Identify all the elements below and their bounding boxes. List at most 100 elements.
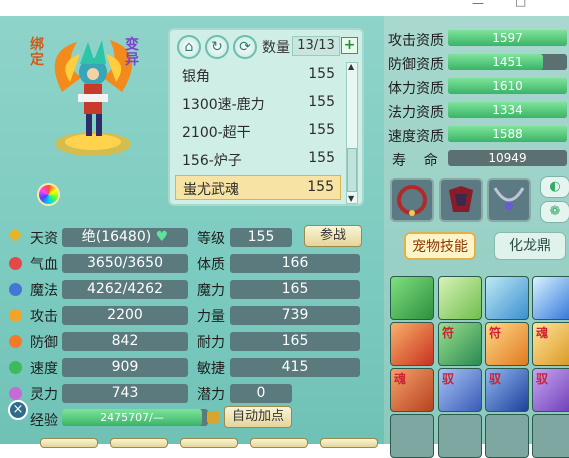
lock-icon[interactable] — [207, 411, 219, 423]
skill-slot[interactable] — [390, 276, 434, 320]
speed-icon — [9, 361, 22, 374]
str-value: 739 — [230, 306, 360, 325]
pot-value: 0 — [230, 384, 292, 403]
bottom-button[interactable] — [180, 438, 238, 448]
spd-label: 速度 — [30, 361, 58, 377]
attack-aptitude-value: 1597 — [492, 31, 523, 45]
exp-label: 经验 — [30, 413, 58, 429]
pet-name: 1300速-鹿力 — [182, 97, 265, 113]
aptitude-value: 绝(16480) — [81, 229, 152, 245]
auto-allocate-button[interactable]: 自动加点 — [224, 406, 292, 428]
scroll-up-icon[interactable]: ▲ — [348, 62, 354, 71]
mp-value: 4262/4262 — [62, 280, 188, 299]
list-item-selected[interactable]: 蚩尤武魂 155 — [175, 175, 341, 200]
heart-icon: ♥ — [155, 229, 169, 245]
hp-icon — [9, 257, 22, 270]
paw-icon[interactable]: ❁ — [540, 201, 569, 223]
exp-bar: 2475707/— — [62, 409, 208, 426]
tab-pet-skills[interactable]: 宠物技能 — [404, 232, 476, 260]
skill-slot-empty[interactable] — [532, 414, 569, 458]
mag-value: 165 — [230, 280, 360, 299]
skill-slot[interactable]: 驭 — [438, 368, 482, 412]
atk-value: 2200 — [62, 306, 188, 325]
bottom-button[interactable] — [110, 438, 168, 448]
spirit-icon — [9, 387, 22, 400]
end-label: 耐力 — [197, 335, 225, 351]
moon-icon[interactable]: ◐ — [540, 176, 569, 198]
pet-level: 155 — [308, 66, 335, 82]
skill-mark: 魂 — [536, 326, 549, 340]
skill-slot[interactable]: 魂 — [532, 322, 569, 366]
tab-hualong[interactable]: 化龙鼎 — [494, 232, 566, 260]
skill-mark: 驭 — [442, 372, 455, 386]
skill-slot[interactable]: 符 — [438, 322, 482, 366]
skill-slot[interactable] — [390, 322, 434, 366]
pet-level: 155 — [308, 94, 335, 110]
skill-slot[interactable] — [438, 276, 482, 320]
minimize-icon[interactable]: — — [472, 0, 484, 10]
exp-value: 2475707/— — [62, 409, 202, 426]
skill-slot[interactable] — [485, 276, 529, 320]
pet-level: 155 — [308, 150, 335, 166]
pet-level: 155 — [308, 122, 335, 138]
mp-icon — [9, 283, 22, 296]
aptitude-row-label: 法力资质 — [388, 105, 444, 121]
add-pet-button[interactable]: + — [341, 37, 358, 54]
window-titlebar: — □ — [384, 0, 569, 16]
skill-slot-empty[interactable] — [485, 414, 529, 458]
def-label: 防御 — [30, 335, 58, 351]
aptitude-label: 天资 — [30, 231, 58, 247]
skill-mark: 魂 — [394, 372, 407, 386]
pet-level: 155 — [307, 179, 334, 195]
equip-slot-collar[interactable] — [390, 178, 434, 222]
con-label: 体质 — [197, 257, 225, 273]
scroll-down-icon[interactable]: ▼ — [348, 194, 354, 203]
list-item[interactable]: 2100-超干 155 — [175, 119, 341, 144]
list-item[interactable]: 156-炉子 155 — [175, 147, 341, 172]
spd-value: 909 — [62, 358, 188, 377]
skill-mark: 驭 — [489, 372, 502, 386]
skill-slot-empty[interactable] — [438, 414, 482, 458]
skill-slot[interactable]: 魂 — [390, 368, 434, 412]
home-icon[interactable]: ⌂ — [177, 35, 201, 59]
skill-slot[interactable]: 驭 — [485, 368, 529, 412]
count-value: 13/13 — [292, 36, 340, 56]
skill-mark: 符 — [442, 326, 455, 340]
equip-slot-armor[interactable] — [439, 178, 483, 222]
aptitude-value-box: 绝(16480) ♥ — [62, 228, 188, 247]
skill-mark: 驭 — [536, 372, 549, 386]
equip-slot-necklace[interactable] — [487, 178, 531, 222]
pot-label: 潜力 — [197, 387, 225, 403]
aptitude-row-label: 寿 命 — [392, 153, 438, 169]
skill-slot[interactable] — [532, 276, 569, 320]
dye-orb-icon[interactable] — [37, 183, 60, 206]
swap-icon[interactable]: ⟳ — [233, 35, 257, 59]
pet-name: 蚩尤武魂 — [183, 182, 239, 198]
skill-slot[interactable]: 符 — [485, 322, 529, 366]
lifespan-value: 10949 — [488, 151, 527, 165]
scrollbar-thumb[interactable] — [347, 148, 357, 192]
skill-slot-empty[interactable] — [390, 414, 434, 458]
aptitude-row-label: 攻击资质 — [388, 33, 444, 49]
fight-button[interactable]: 参战 — [304, 225, 362, 247]
speed-aptitude-value: 1588 — [492, 127, 523, 141]
stamina-aptitude-value: 1610 — [492, 79, 523, 93]
magic-aptitude-value: 1334 — [492, 103, 523, 117]
list-item[interactable]: 银角 155 — [175, 63, 341, 88]
defense-icon — [9, 335, 22, 348]
bottom-button[interactable] — [250, 438, 308, 448]
list-item[interactable]: 1300速-鹿力 155 — [175, 91, 341, 116]
refresh-icon[interactable]: ↻ — [205, 35, 229, 59]
maximize-icon[interactable]: □ — [515, 0, 526, 8]
level-label: 等级 — [197, 231, 225, 247]
defense-aptitude-value: 1451 — [492, 55, 523, 69]
str-label: 力量 — [197, 309, 225, 325]
level-value: 155 — [230, 228, 292, 247]
spi-label: 灵力 — [30, 387, 58, 403]
pet-name: 156-炉子 — [182, 153, 242, 169]
atk-label: 攻击 — [30, 309, 58, 325]
bottom-button[interactable] — [40, 438, 98, 448]
bottom-button[interactable] — [320, 438, 378, 448]
skill-slot[interactable]: 驭 — [532, 368, 569, 412]
close-icon[interactable]: × — [8, 400, 28, 420]
